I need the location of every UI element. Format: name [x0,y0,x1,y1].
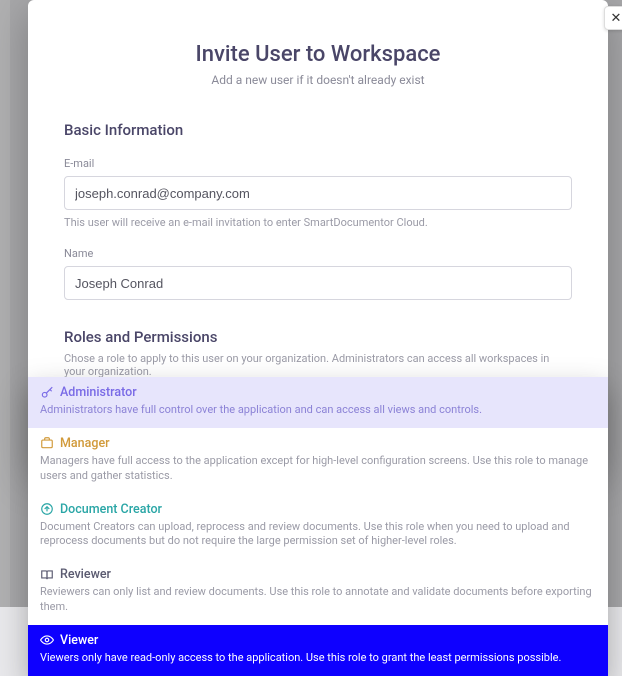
modal-subtitle: Add a new user if it doesn't already exi… [64,73,572,87]
role-dropdown: Administrator Administrators have full c… [28,377,608,676]
name-field[interactable] [64,266,572,300]
email-hint: This user will receive an e-mail invitat… [64,216,572,229]
role-option-desc: Viewers only have read-only access to th… [40,651,596,666]
role-option-document-creator[interactable]: Document Creator Document Creators can u… [28,494,608,560]
role-option-desc: Administrators have full control over th… [40,403,596,418]
role-option-label: Viewer [60,633,98,648]
roles-description: Chose a role to apply to this user on yo… [64,352,572,378]
role-option-administrator[interactable]: Administrator Administrators have full c… [28,377,608,428]
close-button[interactable]: ✕ [604,6,622,30]
roles-heading: Roles and Permissions [64,328,572,346]
key-icon [40,386,54,400]
role-option-desc: Reviewers can only list and review docum… [40,585,596,615]
role-option-manager[interactable]: Manager Managers have full access to the… [28,428,608,494]
briefcase-icon [40,436,54,450]
role-option-label: Document Creator [60,502,162,517]
role-option-label: Reviewer [60,567,111,582]
name-label: Name [64,247,572,260]
email-field[interactable] [64,176,572,210]
modal-title: Invite User to Workspace [64,42,572,67]
role-option-desc: Managers have full access to the applica… [40,454,596,484]
close-icon: ✕ [611,11,622,26]
book-icon [40,568,54,582]
upload-icon [40,502,54,516]
role-option-label: Manager [60,436,110,451]
email-label: E-mail [64,157,572,170]
role-option-label: Administrator [60,385,137,400]
role-option-reviewer[interactable]: Reviewer Reviewers can only list and rev… [28,559,608,625]
eye-icon [40,633,54,647]
role-option-viewer[interactable]: Viewer Viewers only have read-only acces… [28,625,608,676]
role-option-desc: Document Creators can upload, reprocess … [40,520,596,550]
basic-info-heading: Basic Information [64,121,572,139]
